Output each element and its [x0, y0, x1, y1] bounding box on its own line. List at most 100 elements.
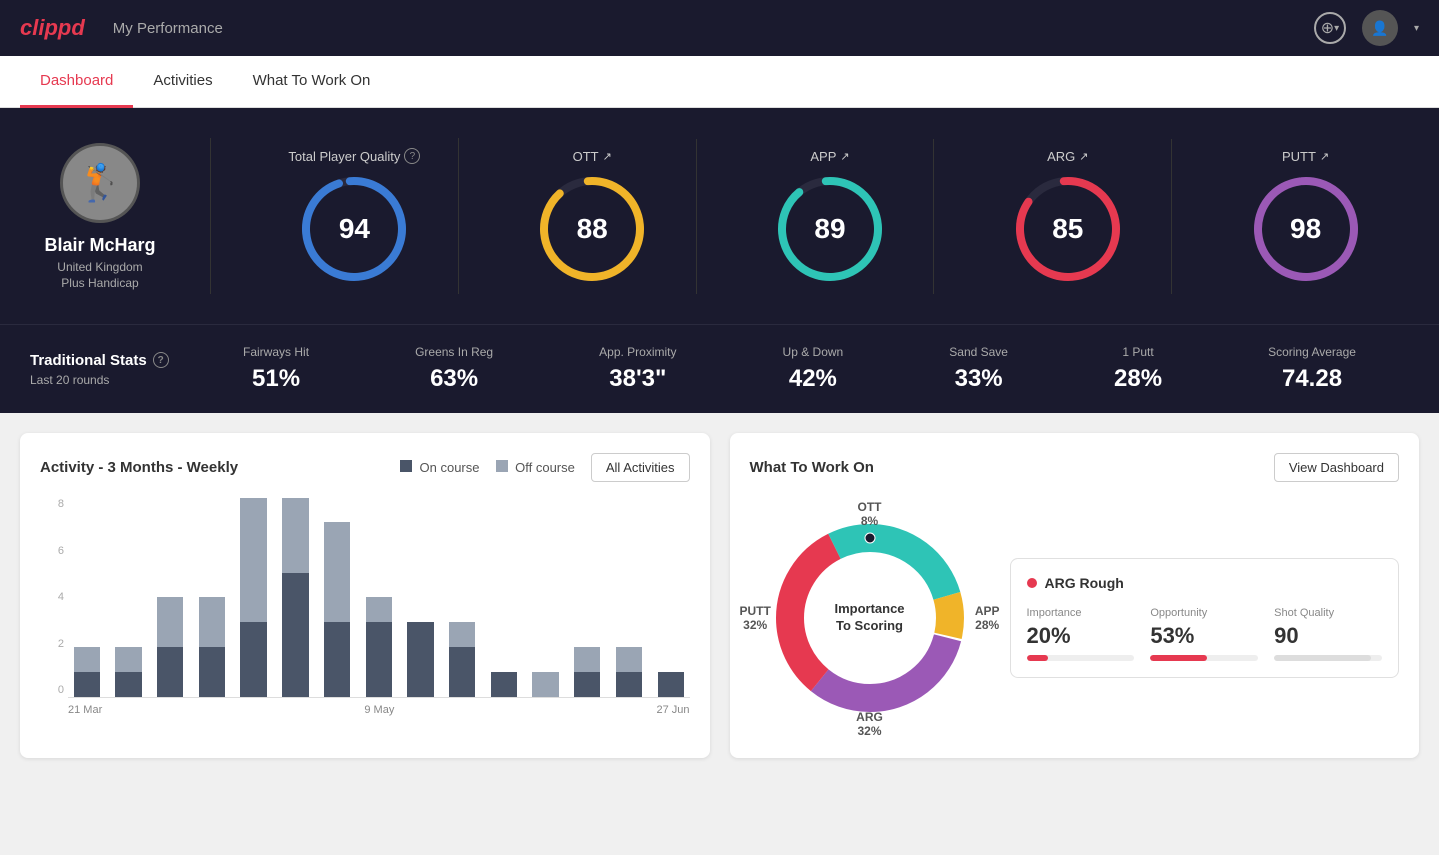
shot-quality-value: 90: [1274, 623, 1382, 649]
bar-group-13: [610, 498, 648, 697]
stat-scoring: Scoring Average 74.28: [1268, 345, 1356, 393]
putt-score-value: 98: [1290, 213, 1321, 245]
bar-chart-inner: [68, 498, 690, 698]
view-dashboard-button[interactable]: View Dashboard: [1274, 453, 1399, 482]
ott-ring: 88: [537, 174, 647, 284]
x-label-mar: 21 Mar: [68, 704, 102, 716]
stats-items: Fairways Hit 51% Greens In Reg 63% App. …: [190, 345, 1409, 393]
donut-center-text: ImportanceTo Scoring: [834, 601, 904, 635]
score-ott: OTT ↗ 88: [489, 139, 697, 294]
stat-updown: Up & Down 42%: [783, 345, 844, 393]
tab-activities[interactable]: Activities: [133, 56, 232, 108]
bottom-section: Activity - 3 Months - Weekly On course O…: [0, 413, 1439, 778]
legend-off-dot: [496, 460, 508, 472]
metric-opportunity: Opportunity 53%: [1150, 607, 1258, 661]
ott-score-value: 88: [577, 213, 608, 245]
bar-off-13: [616, 647, 642, 672]
divider-vertical: [210, 138, 211, 294]
stats-label: Traditional Stats ? Last 20 rounds: [30, 352, 190, 387]
bar-off-3: [199, 597, 225, 647]
ott-label: OTT ↗: [573, 149, 612, 164]
putt-ring: 98: [1251, 174, 1361, 284]
stat-greens: Greens In Reg 63%: [415, 345, 493, 393]
tab-what-to-work-on[interactable]: What To Work On: [233, 56, 391, 108]
bar-off-7: [366, 597, 392, 622]
all-activities-button[interactable]: All Activities: [591, 453, 690, 482]
chevron-down-icon: ▾: [1334, 23, 1339, 34]
stat-fairways-label: Fairways Hit: [243, 345, 309, 359]
stat-greens-value: 63%: [415, 365, 493, 393]
bar-off-11: [532, 672, 558, 697]
score-total: Total Player Quality ? 94: [251, 138, 459, 294]
bar-group-11: [527, 498, 565, 697]
wtwo-title: What To Work On: [750, 459, 874, 476]
top-nav: clippd My Performance ⊕ ▾ 👤 ▾: [0, 0, 1439, 56]
bar-off-0: [74, 647, 100, 672]
info-icon[interactable]: ?: [404, 148, 420, 164]
app-score-value: 89: [814, 213, 845, 245]
bar-group-5: [277, 498, 315, 697]
total-ring: 94: [299, 174, 409, 284]
putt-label: PUTT ↗: [1282, 149, 1329, 164]
player-avatar: 🏌️: [60, 143, 140, 223]
bar-group-0: [68, 498, 106, 697]
add-button[interactable]: ⊕ ▾: [1314, 12, 1346, 44]
arrow-icon: ↗: [1079, 150, 1088, 163]
player-name: Blair McHarg: [44, 235, 155, 256]
opportunity-bar: [1150, 655, 1258, 661]
metric-shot-quality: Shot Quality 90: [1274, 607, 1382, 661]
bar-off-6: [324, 522, 350, 622]
stats-subtitle: Last 20 rounds: [30, 373, 190, 387]
opportunity-bar-fill: [1150, 655, 1207, 661]
stat-proximity-value: 38'3": [599, 365, 676, 393]
stats-bar: Traditional Stats ? Last 20 rounds Fairw…: [0, 324, 1439, 413]
wtwo-content: ImportanceTo Scoring OTT 8% APP 28% ARG …: [750, 498, 1400, 738]
nav-right: ⊕ ▾ 👤 ▾: [1314, 10, 1419, 46]
tab-bar: Dashboard Activities What To Work On: [0, 56, 1439, 108]
tab-dashboard[interactable]: Dashboard: [20, 56, 133, 108]
bar-group-12: [568, 498, 606, 697]
bar-on-14: [658, 672, 684, 697]
stat-sandsave-value: 33%: [949, 365, 1008, 393]
bar-on-13: [616, 672, 642, 697]
bar-off-1: [115, 647, 141, 672]
bar-group-1: [110, 498, 148, 697]
stat-sandsave: Sand Save 33%: [949, 345, 1008, 393]
stat-updown-value: 42%: [783, 365, 844, 393]
avatar-placeholder: 🏌️: [78, 162, 123, 204]
stat-scoring-value: 74.28: [1268, 365, 1356, 393]
plus-icon: ⊕: [1321, 18, 1334, 38]
stat-proximity: App. Proximity 38'3": [599, 345, 676, 393]
stat-updown-label: Up & Down: [783, 345, 844, 359]
donut-chart: ImportanceTo Scoring OTT 8% APP 28% ARG …: [750, 498, 990, 738]
y-label-2: 2: [40, 638, 64, 650]
legend-on-dot: [400, 460, 412, 472]
bar-group-6: [318, 498, 356, 697]
bar-on-6: [324, 622, 350, 697]
bar-on-9: [449, 647, 475, 697]
stat-1putt-value: 28%: [1114, 365, 1162, 393]
metric-importance: Importance 20%: [1027, 607, 1135, 661]
nav-title: My Performance: [113, 20, 223, 37]
bar-group-7: [360, 498, 398, 697]
stats-info-icon[interactable]: ?: [153, 352, 169, 368]
opportunity-value: 53%: [1150, 623, 1258, 649]
arrow-icon: ↗: [840, 150, 849, 163]
shot-quality-label: Shot Quality: [1274, 607, 1382, 619]
avatar-icon: 👤: [1371, 20, 1388, 37]
stat-fairways-value: 51%: [243, 365, 309, 393]
bar-on-1: [115, 672, 141, 697]
bar-group-4: [235, 498, 273, 697]
donut-label-arg: ARG 32%: [856, 710, 883, 738]
bar-group-14: [652, 498, 690, 697]
stat-fairways: Fairways Hit 51%: [243, 345, 309, 393]
bar-off-9: [449, 622, 475, 647]
logo: clippd My Performance: [20, 15, 223, 41]
bar-on-2: [157, 647, 183, 697]
importance-label: Importance: [1027, 607, 1135, 619]
bar-chart-wrapper: 8 6 4 2 0 21 Mar 9 May 27 Jun: [40, 498, 690, 716]
user-avatar[interactable]: 👤: [1362, 10, 1398, 46]
chart-header: Activity - 3 Months - Weekly On course O…: [40, 453, 690, 482]
x-axis: 21 Mar 9 May 27 Jun: [68, 704, 690, 716]
bar-group-10: [485, 498, 523, 697]
